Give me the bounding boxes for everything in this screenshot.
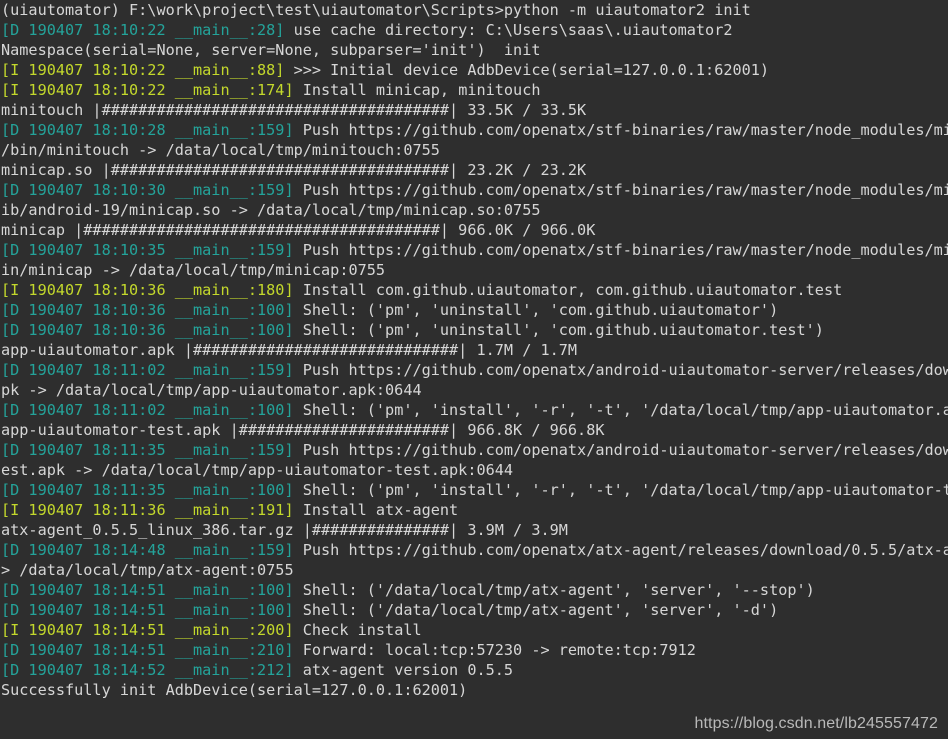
terminal-line: [D 190407 18:11:02 __main__:159] Push ht… bbox=[0, 360, 948, 380]
terminal-line: [I 190407 18:10:22 __main__:174] Install… bbox=[0, 80, 948, 100]
terminal-line: in/minicap -> /data/local/tmp/minicap:07… bbox=[0, 260, 948, 280]
terminal-segment-plain: ib/android-19/minicap.so -> /data/local/… bbox=[1, 201, 541, 219]
terminal-segment-plain: Push https://github.com/openatx/stf-bina… bbox=[293, 181, 948, 199]
terminal-segment-info: [I 190407 18:10:22 __main__:88] bbox=[1, 61, 285, 79]
terminal-segment-debug: [D 190407 18:10:35 __main__:159] bbox=[1, 241, 294, 259]
terminal-line: ib/android-19/minicap.so -> /data/local/… bbox=[0, 200, 948, 220]
terminal-line: Namespace(serial=None, server=None, subp… bbox=[0, 40, 948, 60]
terminal-segment-plain: > /data/local/tmp/atx-agent:0755 bbox=[1, 561, 294, 579]
terminal-segment-debug: [D 190407 18:10:36 __main__:100] bbox=[1, 301, 294, 319]
terminal-line: minicap |###############################… bbox=[0, 220, 948, 240]
terminal-line: [D 190407 18:11:02 __main__:100] Shell: … bbox=[0, 400, 948, 420]
terminal-window[interactable]: (uiautomator) F:\work\project\test\uiaut… bbox=[0, 0, 948, 739]
terminal-segment-plain: >>> Initial device AdbDevice(serial=127.… bbox=[284, 61, 770, 79]
terminal-segment-plain: Shell: ('pm', 'install', '-r', '-t', '/d… bbox=[293, 401, 948, 419]
terminal-segment-plain: Install atx-agent bbox=[293, 501, 459, 519]
terminal-segment-info: [I 190407 18:14:51 __main__:200] bbox=[1, 621, 294, 639]
terminal-segment-plain: Push https://github.com/openatx/atx-agen… bbox=[293, 541, 948, 559]
terminal-segment-plain: Namespace(serial=None, server=None, subp… bbox=[1, 41, 541, 59]
terminal-segment-debug: [D 190407 18:10:30 __main__:159] bbox=[1, 181, 294, 199]
terminal-line: /bin/minitouch -> /data/local/tmp/minito… bbox=[0, 140, 948, 160]
terminal-log-output: (uiautomator) F:\work\project\test\uiaut… bbox=[0, 0, 948, 700]
terminal-line: [D 190407 18:10:35 __main__:159] Push ht… bbox=[0, 240, 948, 260]
terminal-segment-plain: minitouch |#############################… bbox=[1, 101, 587, 119]
terminal-segment-debug: [D 190407 18:10:28 __main__:159] bbox=[1, 121, 294, 139]
terminal-segment-plain: Forward: local:tcp:57230 -> remote:tcp:7… bbox=[293, 641, 696, 659]
terminal-segment-plain: Shell: ('/data/local/tmp/atx-agent', 'se… bbox=[293, 581, 815, 599]
terminal-segment-info: [I 190407 18:11:36 __main__:191] bbox=[1, 501, 294, 519]
terminal-segment-debug: [D 190407 18:14:51 __main__:100] bbox=[1, 601, 294, 619]
terminal-segment-info: [I 190407 18:10:36 __main__:180] bbox=[1, 281, 294, 299]
terminal-line: [D 190407 18:10:36 __main__:100] Shell: … bbox=[0, 320, 948, 340]
terminal-segment-debug: [D 190407 18:14:51 __main__:210] bbox=[1, 641, 294, 659]
terminal-segment-plain: Shell: ('pm', 'uninstall', 'com.github.u… bbox=[293, 301, 779, 319]
terminal-segment-plain: in/minicap -> /data/local/tmp/minicap:07… bbox=[1, 261, 386, 279]
terminal-line: Successfully init AdbDevice(serial=127.0… bbox=[0, 680, 948, 700]
terminal-segment-plain: Shell: ('/data/local/tmp/atx-agent', 'se… bbox=[293, 601, 779, 619]
terminal-segment-plain: app-uiautomator.apk |###################… bbox=[1, 341, 578, 359]
terminal-segment-info: [I 190407 18:10:22 __main__:174] bbox=[1, 81, 294, 99]
watermark-blog-url: https://blog.csdn.net/lb245557472 bbox=[694, 715, 938, 732]
terminal-segment-plain: Check install bbox=[293, 621, 422, 639]
terminal-line: [D 190407 18:10:36 __main__:100] Shell: … bbox=[0, 300, 948, 320]
terminal-segment-plain: Push https://github.com/openatx/android-… bbox=[293, 441, 948, 459]
terminal-segment-debug: [D 190407 18:11:35 __main__:100] bbox=[1, 481, 294, 499]
terminal-segment-plain: est.apk -> /data/local/tmp/app-uiautomat… bbox=[1, 461, 514, 479]
terminal-segment-plain: atx-agent_0.5.5_linux_386.tar.gz |######… bbox=[1, 521, 568, 539]
terminal-segment-plain: minicap.so |############################… bbox=[1, 161, 587, 179]
terminal-line: [D 190407 18:14:51 __main__:210] Forward… bbox=[0, 640, 948, 660]
terminal-line: [D 190407 18:10:30 __main__:159] Push ht… bbox=[0, 180, 948, 200]
terminal-segment-debug: [D 190407 18:10:22 __main__:28] bbox=[1, 21, 285, 39]
terminal-segment-plain: pk -> /data/local/tmp/app-uiautomator.ap… bbox=[1, 381, 422, 399]
terminal-segment-debug: [D 190407 18:14:52 __main__:212] bbox=[1, 661, 294, 679]
terminal-line: [I 190407 18:11:36 __main__:191] Install… bbox=[0, 500, 948, 520]
terminal-line: minitouch |#############################… bbox=[0, 100, 948, 120]
terminal-segment-debug: [D 190407 18:11:02 __main__:159] bbox=[1, 361, 294, 379]
terminal-segment-plain: Install minicap, minitouch bbox=[293, 81, 541, 99]
terminal-segment-plain: (uiautomator) F:\work\project\test\uiaut… bbox=[1, 1, 751, 19]
terminal-line: [I 190407 18:10:36 __main__:180] Install… bbox=[0, 280, 948, 300]
terminal-segment-plain: atx-agent version 0.5.5 bbox=[293, 661, 514, 679]
terminal-segment-debug: [D 190407 18:14:51 __main__:100] bbox=[1, 581, 294, 599]
terminal-line: app-uiautomator-test.apk |##############… bbox=[0, 420, 948, 440]
terminal-segment-plain: Successfully init AdbDevice(serial=127.0… bbox=[1, 681, 468, 699]
terminal-segment-plain: Shell: ('pm', 'uninstall', 'com.github.u… bbox=[293, 321, 824, 339]
terminal-line: [D 190407 18:11:35 __main__:159] Push ht… bbox=[0, 440, 948, 460]
terminal-line: [D 190407 18:14:48 __main__:159] Push ht… bbox=[0, 540, 948, 560]
terminal-line: [D 190407 18:11:35 __main__:100] Shell: … bbox=[0, 480, 948, 500]
terminal-line: [D 190407 18:14:51 __main__:100] Shell: … bbox=[0, 580, 948, 600]
terminal-line: [I 190407 18:10:22 __main__:88] >>> Init… bbox=[0, 60, 948, 80]
terminal-segment-plain: Shell: ('pm', 'install', '-r', '-t', '/d… bbox=[293, 481, 948, 499]
terminal-segment-debug: [D 190407 18:10:36 __main__:100] bbox=[1, 321, 294, 339]
terminal-segment-plain: Install com.github.uiautomator, com.gith… bbox=[293, 281, 843, 299]
terminal-segment-debug: [D 190407 18:11:35 __main__:159] bbox=[1, 441, 294, 459]
terminal-line: [D 190407 18:10:22 __main__:28] use cach… bbox=[0, 20, 948, 40]
terminal-segment-debug: [D 190407 18:14:48 __main__:159] bbox=[1, 541, 294, 559]
terminal-line: [D 190407 18:10:28 __main__:159] Push ht… bbox=[0, 120, 948, 140]
terminal-segment-plain: use cache directory: C:\Users\saas\.uiau… bbox=[284, 21, 733, 39]
terminal-segment-plain: Push https://github.com/openatx/stf-bina… bbox=[293, 121, 948, 139]
terminal-line: app-uiautomator.apk |###################… bbox=[0, 340, 948, 360]
terminal-segment-plain: Push https://github.com/openatx/stf-bina… bbox=[293, 241, 948, 259]
terminal-segment-debug: [D 190407 18:11:02 __main__:100] bbox=[1, 401, 294, 419]
terminal-line: pk -> /data/local/tmp/app-uiautomator.ap… bbox=[0, 380, 948, 400]
terminal-segment-plain: app-uiautomator-test.apk |##############… bbox=[1, 421, 605, 439]
terminal-line: (uiautomator) F:\work\project\test\uiaut… bbox=[0, 0, 948, 20]
terminal-line: minicap.so |############################… bbox=[0, 160, 948, 180]
terminal-segment-plain: minicap |###############################… bbox=[1, 221, 596, 239]
terminal-line: [I 190407 18:14:51 __main__:200] Check i… bbox=[0, 620, 948, 640]
terminal-segment-plain: /bin/minitouch -> /data/local/tmp/minito… bbox=[1, 141, 440, 159]
terminal-segment-plain: Push https://github.com/openatx/android-… bbox=[293, 361, 948, 379]
terminal-line: [D 190407 18:14:52 __main__:212] atx-age… bbox=[0, 660, 948, 680]
terminal-line: > /data/local/tmp/atx-agent:0755 bbox=[0, 560, 948, 580]
terminal-line: [D 190407 18:14:51 __main__:100] Shell: … bbox=[0, 600, 948, 620]
terminal-line: est.apk -> /data/local/tmp/app-uiautomat… bbox=[0, 460, 948, 480]
terminal-line: atx-agent_0.5.5_linux_386.tar.gz |######… bbox=[0, 520, 948, 540]
